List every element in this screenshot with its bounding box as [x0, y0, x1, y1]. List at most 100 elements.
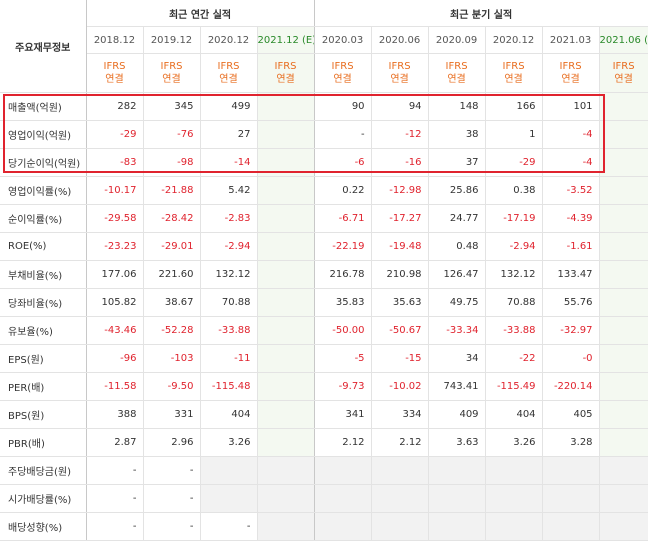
value-cell: -6 — [314, 148, 372, 177]
value-cell — [428, 456, 486, 485]
value-cell: 210.98 — [371, 260, 429, 289]
value-cell: 1 — [485, 120, 543, 149]
value-cell — [200, 456, 258, 485]
basis-consolidation: 연결 — [219, 74, 238, 85]
value-cell: - — [86, 512, 144, 541]
value-cell: 70.88 — [485, 288, 543, 317]
basis-consolidation: 연결 — [447, 74, 466, 85]
value-cell — [599, 232, 648, 261]
value-cell: 409 — [428, 400, 486, 429]
value-cell: - — [200, 512, 258, 541]
basis-consolidation: 연결 — [105, 74, 124, 85]
value-cell — [314, 456, 372, 485]
period-header-row: 2018.12 2019.12 2020.12 2021.12 (E) 2020.03 2… — [0, 26, 648, 54]
value-cell — [257, 232, 315, 261]
value-cell — [599, 176, 648, 205]
value-cell: 133.47 — [542, 260, 600, 289]
basis-header: IFRS 연결 — [257, 53, 315, 93]
value-cell: -220.14 — [542, 372, 600, 401]
row-label: 순이익률(%) — [0, 204, 87, 233]
value-cell: 49.75 — [428, 288, 486, 317]
value-cell — [599, 92, 648, 121]
value-cell — [371, 456, 429, 485]
value-cell: -2.94 — [485, 232, 543, 261]
value-cell: 34 — [428, 344, 486, 373]
value-cell: -33.88 — [485, 316, 543, 345]
value-cell: 2.87 — [86, 428, 144, 457]
value-cell — [599, 260, 648, 289]
value-cell: -2.94 — [200, 232, 258, 261]
value-cell: -17.19 — [485, 204, 543, 233]
row-label: PBR(배) — [0, 428, 87, 457]
value-cell: 105.82 — [86, 288, 144, 317]
value-cell — [257, 484, 315, 513]
value-cell: 94 — [371, 92, 429, 121]
table-row: ROE(%) -23.23 -29.01 -2.94 -22.19 -19.48 0.48-… — [0, 232, 648, 261]
value-cell — [599, 316, 648, 345]
value-cell: -33.34 — [428, 316, 486, 345]
value-cell: 404 — [200, 400, 258, 429]
value-cell: - — [143, 512, 201, 541]
value-cell — [257, 316, 315, 345]
value-cell: -43.46 — [86, 316, 144, 345]
basis-header: IFRS 연결 — [485, 53, 543, 93]
value-cell: -5 — [314, 344, 372, 373]
row-label: 주당배당금(원) — [0, 456, 87, 485]
value-cell: - — [314, 120, 372, 149]
table-row: PER(배) -11.58 -9.50 -115.48 -9.73 -10.02 743.4… — [0, 372, 648, 401]
value-cell: 3.63 — [428, 428, 486, 457]
value-cell: 90 — [314, 92, 372, 121]
value-cell: -29 — [485, 148, 543, 177]
value-cell — [599, 428, 648, 457]
value-cell: -2.83 — [200, 204, 258, 233]
period-header: 2020.06 — [371, 26, 429, 54]
value-cell: -96 — [86, 344, 144, 373]
value-cell — [257, 344, 315, 373]
value-cell: 27 — [200, 120, 258, 149]
value-cell: 405 — [542, 400, 600, 429]
basis-standard: IFRS — [388, 61, 411, 72]
value-cell: 35.83 — [314, 288, 372, 317]
basis-header-row: IFRS 연결 IFRS 연결 IFRS 연결 IFRS 연결 IFRS 연결 IFRS 연결 IFRS… — [0, 53, 648, 93]
value-cell: 101 — [542, 92, 600, 121]
basis-header: IFRS 연결 — [200, 53, 258, 93]
value-cell: 3.28 — [542, 428, 600, 457]
basis-header: IFRS 연결 — [599, 53, 648, 93]
value-cell: 0.38 — [485, 176, 543, 205]
value-cell — [485, 484, 543, 513]
value-cell — [599, 204, 648, 233]
basis-standard: IFRS — [331, 61, 354, 72]
value-cell: 2.12 — [314, 428, 372, 457]
value-cell: -12.98 — [371, 176, 429, 205]
value-cell — [599, 456, 648, 485]
annual-group-header: 최근 연간 실적 — [86, 0, 315, 27]
basis-consolidation: 연결 — [614, 74, 633, 85]
value-cell: -10.17 — [86, 176, 144, 205]
value-cell: -4 — [542, 120, 600, 149]
row-label: PER(배) — [0, 372, 87, 401]
value-cell: 38 — [428, 120, 486, 149]
basis-header: IFRS 연결 — [542, 53, 600, 93]
value-cell: -50.67 — [371, 316, 429, 345]
value-cell: 126.47 — [428, 260, 486, 289]
value-cell: - — [143, 456, 201, 485]
value-cell: 345 — [143, 92, 201, 121]
basis-header: IFRS 연결 — [371, 53, 429, 93]
value-cell: -10.02 — [371, 372, 429, 401]
value-cell: -4 — [542, 148, 600, 177]
value-cell — [485, 512, 543, 541]
quarter-group-header: 최근 분기 실적 — [314, 0, 648, 27]
value-cell — [428, 512, 486, 541]
table-row: 영업이익(억원) -29 -76 27 - -12 38 1 -4 — [0, 120, 648, 149]
basis-header: IFRS 연결 — [428, 53, 486, 93]
value-cell — [257, 372, 315, 401]
value-cell — [428, 484, 486, 513]
basis-header: IFRS 연결 — [143, 53, 201, 93]
value-cell — [257, 260, 315, 289]
value-cell: -19.48 — [371, 232, 429, 261]
period-header: 2020.12 — [485, 26, 543, 54]
period-header: 2021.06 (E) — [599, 26, 648, 54]
value-cell: -23.23 — [86, 232, 144, 261]
value-cell — [599, 372, 648, 401]
value-cell: 55.76 — [542, 288, 600, 317]
